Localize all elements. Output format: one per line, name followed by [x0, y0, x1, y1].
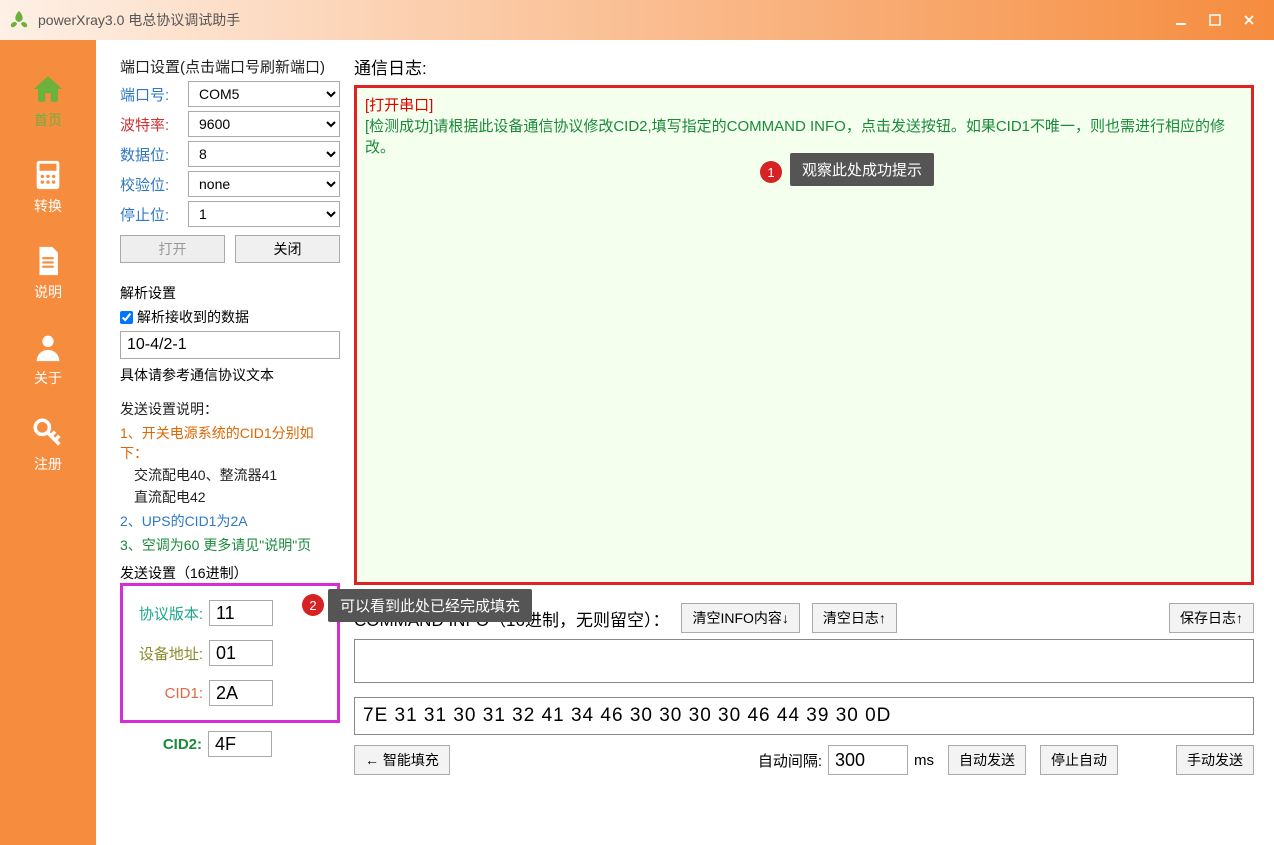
parse-hint: 具体请参考通信协议文本 [120, 365, 340, 385]
send-desc-heading: 发送设置说明： [120, 399, 340, 419]
clear-info-button[interactable]: 清空INFO内容↓ [681, 603, 799, 633]
cid2-label: CID2: [130, 736, 208, 753]
command-info-input[interactable] [354, 639, 1254, 683]
baud-label: 波特率: [120, 114, 188, 135]
parity-select[interactable]: none [188, 171, 340, 197]
stopbits-select[interactable]: 1 [188, 201, 340, 227]
cid2-input[interactable] [208, 731, 272, 757]
sidebar-item-label: 说明 [0, 282, 96, 302]
port-select[interactable]: COM5 [188, 81, 340, 107]
parity-label: 校验位: [120, 174, 188, 195]
annotation-badge-2: 2 [302, 594, 324, 616]
sidebar-item-label: 注册 [0, 454, 96, 474]
send-desc-line1b1: 交流配电40、整流器41 [134, 465, 340, 485]
close-button[interactable] [1232, 0, 1266, 40]
parse-checkbox[interactable] [120, 311, 133, 324]
sidebar-item-about[interactable]: 关于 [0, 316, 96, 402]
document-icon [31, 244, 65, 278]
port-label: 端口号: [120, 84, 188, 105]
send-desc-line2: 2、UPS的CID1为2A [120, 511, 340, 531]
port-settings-heading: 端口设置(点击端口号刷新端口) [120, 56, 340, 77]
log-heading: 通信日志: [354, 54, 1254, 79]
open-port-button[interactable]: 打开 [120, 235, 225, 263]
device-addr-label: 设备地址: [131, 643, 209, 664]
proto-version-input[interactable] [209, 600, 273, 626]
sidebar-item-manual[interactable]: 说明 [0, 230, 96, 316]
titlebar: powerXray3.0 电总协议调试助手 [0, 0, 1274, 40]
sidebar-item-label: 关于 [0, 368, 96, 388]
log-line-ok: [检测成功]请根据此设备通信协议修改CID2,填写指定的COMMAND INFO… [365, 115, 1243, 157]
auto-interval-input[interactable] [828, 745, 908, 775]
auto-interval-unit: ms [914, 752, 934, 769]
send-settings-label: 发送设置（16进制） [120, 563, 340, 583]
parse-heading: 解析设置 [120, 283, 340, 303]
send-desc-line3: 3、空调为60 更多请见"说明"页 [120, 535, 340, 555]
hex-output[interactable] [354, 697, 1254, 735]
sidebar-item-label: 首页 [0, 110, 96, 130]
clear-log-button[interactable]: 清空日志↑ [812, 603, 897, 633]
stopbits-label: 停止位: [120, 204, 188, 225]
send-desc-line1: 1、开关电源系统的CID1分别如下： [120, 423, 340, 463]
parse-checkbox-label[interactable]: 解析接收到的数据 [120, 307, 340, 327]
sidebar: 首页 转换 说明 关于 注册 [0, 40, 96, 845]
user-icon [31, 330, 65, 364]
cid1-input[interactable] [209, 680, 273, 706]
auto-send-button[interactable]: 自动发送 [948, 745, 1026, 775]
window-title: powerXray3.0 电总协议调试助手 [38, 10, 1164, 30]
baud-select[interactable]: 9600 [188, 111, 340, 137]
calculator-icon [31, 158, 65, 192]
minimize-button[interactable] [1164, 0, 1198, 40]
auto-interval-label: 自动间隔: [758, 750, 822, 771]
maximize-button[interactable] [1198, 0, 1232, 40]
send-desc-line1b2: 直流配电42 [134, 487, 340, 507]
databits-select[interactable]: 8 [188, 141, 340, 167]
proto-version-label: 协议版本: [131, 603, 209, 624]
close-port-button[interactable]: 关闭 [235, 235, 340, 263]
databits-label: 数据位: [120, 144, 188, 165]
manual-send-button[interactable]: 手动发送 [1176, 745, 1254, 775]
parse-format-input[interactable] [120, 331, 340, 359]
log-line-open: [打开串口] [365, 94, 1243, 115]
annotation-tip-2: 可以看到此处已经完成填充 [328, 589, 532, 622]
save-log-button[interactable]: 保存日志↑ [1169, 603, 1254, 633]
cid1-label: CID1: [131, 685, 209, 702]
device-addr-input[interactable] [209, 640, 273, 666]
stop-auto-button[interactable]: 停止自动 [1040, 745, 1118, 775]
sidebar-item-convert[interactable]: 转换 [0, 144, 96, 230]
app-logo-icon [8, 9, 30, 31]
key-icon [31, 416, 65, 450]
sidebar-item-home[interactable]: 首页 [0, 58, 96, 144]
home-icon [31, 72, 65, 106]
sidebar-item-register[interactable]: 注册 [0, 402, 96, 488]
annotation-tip-1: 观察此处成功提示 [790, 153, 934, 186]
smart-fill-button[interactable]: ← 智能填充 [354, 745, 450, 775]
annotation-badge-1: 1 [760, 161, 782, 183]
sidebar-item-label: 转换 [0, 196, 96, 216]
